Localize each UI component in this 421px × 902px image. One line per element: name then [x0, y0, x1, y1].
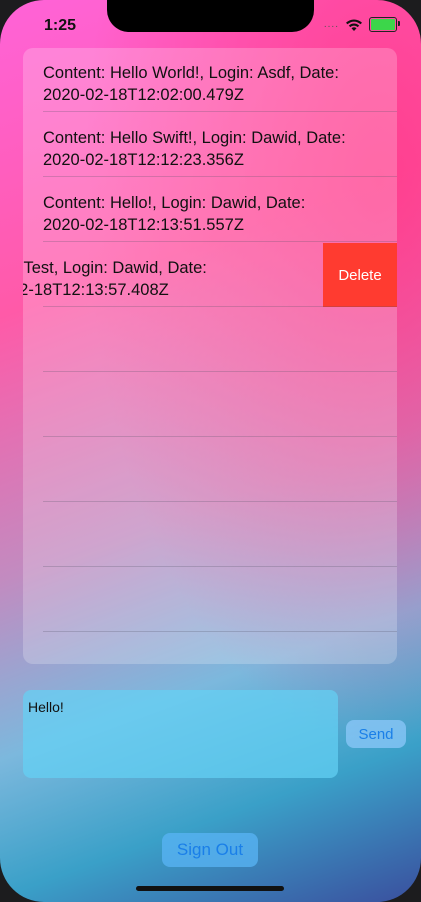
empty-row: [23, 308, 397, 372]
message-row-swiped[interactable]: t: Test, Login: Dawid, Date: 02-18T12:13…: [23, 243, 397, 307]
phone-screen: 1:25 .... Content: Hello World!, Login: …: [0, 0, 421, 902]
empty-row: [23, 503, 397, 567]
empty-row: [23, 568, 397, 632]
home-indicator[interactable]: [136, 886, 284, 891]
message-row[interactable]: Content: Hello Swift!, Login: Dawid, Dat…: [23, 113, 397, 177]
messages-table[interactable]: Content: Hello World!, Login: Asdf, Date…: [23, 48, 397, 664]
empty-row: [23, 438, 397, 502]
message-row[interactable]: Content: Hello!, Login: Dawid, Date: 202…: [23, 178, 397, 242]
signal-icon: ....: [323, 19, 339, 30]
message-text: Content: Hello!, Login: Dawid, Date: 202…: [43, 194, 306, 234]
status-indicators: ....: [323, 17, 400, 32]
message-row[interactable]: Content: Hello World!, Login: Asdf, Date…: [23, 48, 397, 112]
sign-out-button[interactable]: Sign Out: [162, 833, 258, 867]
message-input[interactable]: Hello!: [23, 690, 338, 778]
battery-icon: [369, 17, 400, 32]
message-text: t: Test, Login: Dawid, Date: 02-18T12:13…: [23, 259, 207, 299]
status-time: 1:25: [44, 17, 77, 34]
send-button[interactable]: Send: [346, 720, 406, 748]
notch: [107, 0, 314, 32]
message-text: Content: Hello World!, Login: Asdf, Date…: [43, 64, 339, 104]
empty-row: [23, 373, 397, 437]
message-text: Content: Hello Swift!, Login: Dawid, Dat…: [43, 129, 346, 169]
wifi-icon: [346, 19, 362, 31]
delete-button[interactable]: Delete: [323, 243, 397, 307]
